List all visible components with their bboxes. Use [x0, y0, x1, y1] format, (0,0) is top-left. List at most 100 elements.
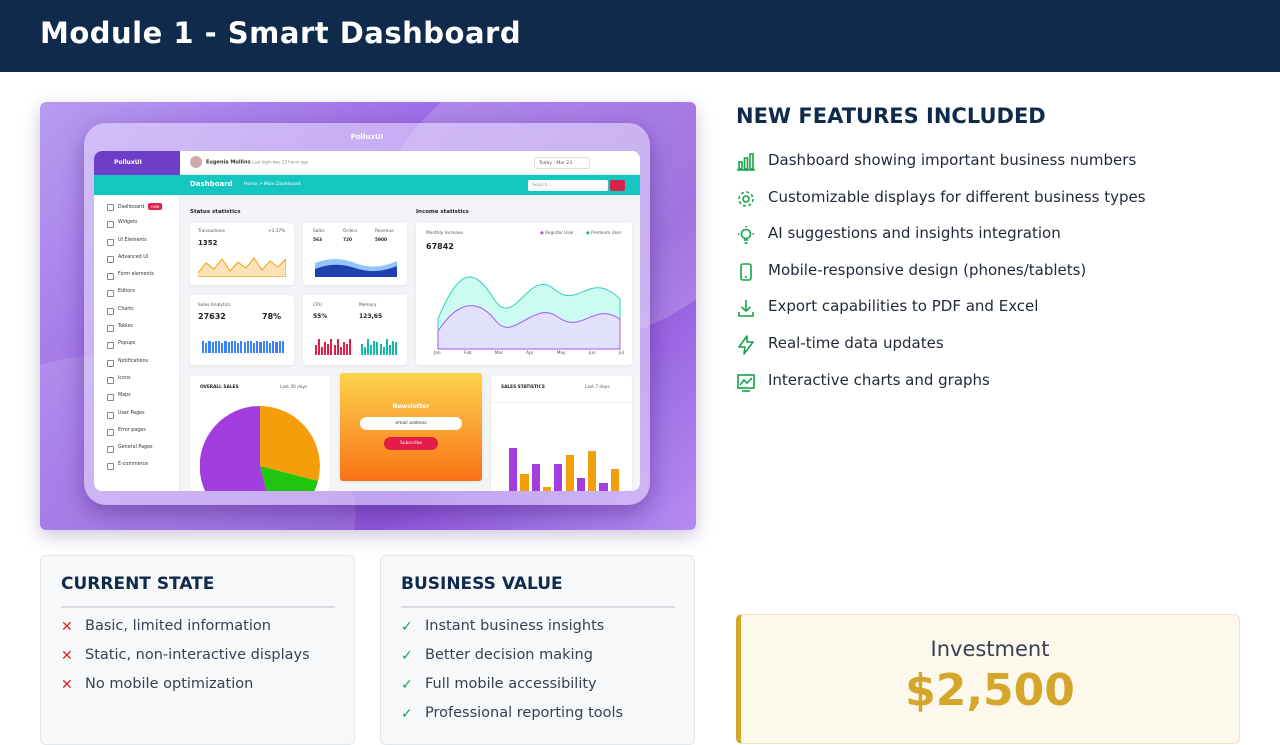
mini-bar	[315, 345, 318, 355]
mini-bar	[265, 341, 269, 353]
mini-bar	[256, 341, 259, 353]
mini-bar	[227, 342, 230, 353]
monthly-line-chart	[437, 276, 621, 350]
screen-search-button	[610, 180, 625, 191]
screen-sidebar-item: General Pages	[94, 445, 179, 462]
screen-sidebar-item: Widgets	[94, 220, 179, 237]
mini-bar	[259, 342, 262, 353]
mini-bar	[531, 464, 540, 491]
mini-bar	[321, 347, 324, 355]
mini-bar	[542, 487, 552, 491]
cpu-memory-card: CPU Memory 55% 123,65	[303, 295, 407, 365]
screen-logo: PolluxUI	[94, 151, 180, 175]
screen-sidebar-item: UI Elements	[94, 238, 179, 255]
mini-bar	[205, 343, 208, 353]
feature-item: Interactive charts and graphs	[736, 368, 1256, 405]
screen-sidebar-item: Advanced UI	[94, 255, 179, 272]
mini-bar	[237, 343, 240, 353]
mini-bar	[230, 341, 233, 353]
screen-sidebar-item: Tables	[94, 324, 179, 341]
mini-bar	[333, 345, 336, 355]
screen-sidebar-item: Error pages	[94, 428, 179, 445]
gear-icon	[738, 190, 754, 207]
sales-analytics-card: Sales Analytics 27632 78%	[190, 295, 294, 365]
sales-area-chart	[315, 259, 397, 277]
mini-bar	[388, 345, 391, 355]
sales-card: Sales Orders Revenue 563 720 5900	[303, 223, 407, 285]
mini-bar	[373, 340, 376, 355]
mini-bar	[243, 342, 246, 353]
mini-bar	[221, 343, 224, 353]
mini-bar	[224, 341, 227, 353]
feature-item: Mobile-responsive design (phones/tablets…	[736, 258, 1256, 295]
mini-bar	[214, 341, 217, 353]
mini-bar	[249, 341, 253, 353]
mini-bar	[278, 341, 281, 353]
bar-chart-icon	[737, 153, 755, 171]
screen-sidebar-item: Notifications	[94, 359, 179, 376]
mini-bar	[342, 342, 345, 355]
screen-sidebar-item: Popups	[94, 341, 179, 358]
cpu-bars	[315, 339, 351, 355]
feature-item: AI suggestions and insights integration	[736, 221, 1256, 258]
mini-bar	[208, 341, 211, 353]
screen-sidebar-item: Dashboard new	[94, 203, 179, 220]
mini-bar	[565, 455, 574, 491]
list-item: ✓ Better decision making	[401, 647, 593, 664]
screen-sidebar-item: Charts	[94, 307, 179, 324]
transactions-card: Transactions +1.37% 1352	[190, 223, 294, 285]
mini-bar	[364, 347, 367, 355]
mini-bar	[318, 339, 321, 355]
mini-bar	[610, 469, 619, 491]
mini-bar	[339, 347, 342, 355]
current-state-title: CURRENT STATE	[61, 574, 215, 594]
mini-bar	[275, 342, 278, 353]
mini-bar	[348, 339, 351, 355]
check-icon: ✓	[401, 677, 413, 693]
mini-bar	[272, 341, 275, 353]
mini-bar	[394, 342, 397, 355]
dashboard-screenshot: PolluxUI PolluxUI Eugenia Mullins Last l…	[40, 102, 696, 530]
list-item: ✕ Basic, limited information	[61, 618, 271, 635]
transactions-sparkline	[198, 257, 286, 277]
mini-bar	[336, 339, 339, 355]
lightbulb-icon	[738, 226, 754, 244]
mobile-icon	[740, 262, 752, 281]
mini-bar	[385, 339, 388, 355]
mini-bar	[262, 341, 265, 353]
mini-bar	[361, 343, 364, 355]
screen-sidebar-item: Form elements	[94, 272, 179, 289]
screen-breadcrumb: Home > Main Dashboard	[244, 182, 301, 187]
screen-sidebar-item: Editors	[94, 289, 179, 306]
memory-bars	[361, 339, 397, 355]
lightning-icon	[738, 335, 754, 355]
divider	[401, 606, 675, 608]
business-value-card: BUSINESS VALUE ✓ Instant business insight…	[380, 555, 695, 745]
tablet-frame: PolluxUI PolluxUI Eugenia Mullins Last l…	[84, 123, 650, 505]
check-icon: ✓	[401, 648, 413, 664]
screen-nav-title: Dashboard	[190, 180, 233, 188]
chart-line-icon	[737, 373, 755, 392]
mini-bar	[253, 343, 256, 353]
mini-bar	[246, 341, 249, 353]
investment-amount: $2,500	[905, 665, 1075, 716]
sales-analytics-bars	[202, 341, 284, 353]
mini-bar	[576, 478, 586, 491]
screen-sidebar-item: E-commerce	[94, 462, 179, 479]
avatar	[190, 156, 202, 168]
mini-bar	[509, 448, 518, 491]
screen-sidebar-item: Maps	[94, 393, 179, 410]
overall-sales-card: OVERALL SALES Last 30 days	[190, 376, 330, 491]
current-state-card: CURRENT STATE ✕ Basic, limited informatio…	[40, 555, 355, 745]
check-icon: ✓	[401, 619, 413, 635]
mini-bar	[202, 341, 205, 353]
screen-sidebar: Dashboard new Widgets UI Elements Advance…	[94, 195, 180, 491]
mini-bar	[379, 343, 382, 355]
sales-statistics-card: SALES STATISTICS Last 7 days	[491, 376, 632, 491]
mini-bar	[382, 347, 385, 355]
tablet-brand: PolluxUI	[350, 133, 384, 141]
feature-item: Customizable displays for different busi…	[736, 185, 1256, 222]
mini-bar	[367, 339, 370, 355]
mini-bar	[376, 342, 379, 355]
features-title: NEW FEATURES INCLUDED	[736, 104, 1046, 128]
